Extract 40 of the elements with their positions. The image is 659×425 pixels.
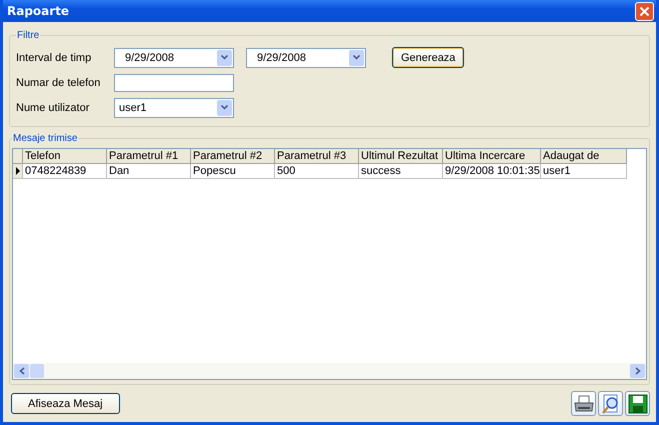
table-cell: user1 <box>541 164 627 179</box>
grid-corner <box>13 149 23 164</box>
window-title: Rapoarte <box>7 4 70 18</box>
date-picker[interactable]: 9/29/2008 <box>114 48 234 68</box>
save-button[interactable] <box>625 391 650 416</box>
magnifier-icon <box>600 394 620 414</box>
field-label: Numar de telefon <box>16 76 102 88</box>
table-cell: 9/29/2008 10:01:35 <box>443 164 541 179</box>
field-label: Nume utilizator <box>16 102 90 114</box>
table-cell: Dan <box>107 164 191 179</box>
column-header[interactable]: Ultimul Rezultat <box>359 149 443 164</box>
print-button[interactable] <box>571 391 596 416</box>
table-cell: Popescu <box>191 164 275 179</box>
table-cell: 500 <box>275 164 359 179</box>
field-label: Interval de timp <box>16 52 92 64</box>
floppy-icon <box>628 394 648 414</box>
date-picker[interactable]: 9/29/2008 <box>246 48 366 68</box>
group-title: Filtre <box>16 30 40 41</box>
column-header[interactable]: Adaugat de <box>541 149 627 164</box>
table-cell: 0748224839 <box>23 164 107 179</box>
preview-button[interactable] <box>598 391 623 416</box>
printer-icon <box>574 394 594 412</box>
row-header[interactable] <box>13 164 23 179</box>
column-header[interactable]: Parametrul #2 <box>191 149 275 164</box>
close-icon <box>639 6 650 16</box>
generate-button[interactable]: Genereaza <box>392 47 464 68</box>
group-title: Mesaje trimise <box>12 133 78 144</box>
phone-field[interactable] <box>114 74 234 92</box>
show-message-button[interactable]: Afiseaza Mesaj <box>11 393 120 414</box>
column-header[interactable]: Ultima Incercare <box>443 149 541 164</box>
horizontal-scrollbar[interactable] <box>13 363 646 379</box>
scroll-left-icon <box>18 367 24 375</box>
scroll-thumb[interactable] <box>30 364 44 378</box>
close-button[interactable] <box>635 2 654 20</box>
scroll-right-icon <box>634 367 640 375</box>
user-dropdown[interactable]: user1 <box>114 98 234 118</box>
column-header[interactable]: Telefon <box>23 149 107 164</box>
column-header[interactable]: Parametrul #1 <box>107 149 191 164</box>
column-header[interactable]: Parametrul #3 <box>275 149 359 164</box>
table-cell: success <box>359 164 443 179</box>
